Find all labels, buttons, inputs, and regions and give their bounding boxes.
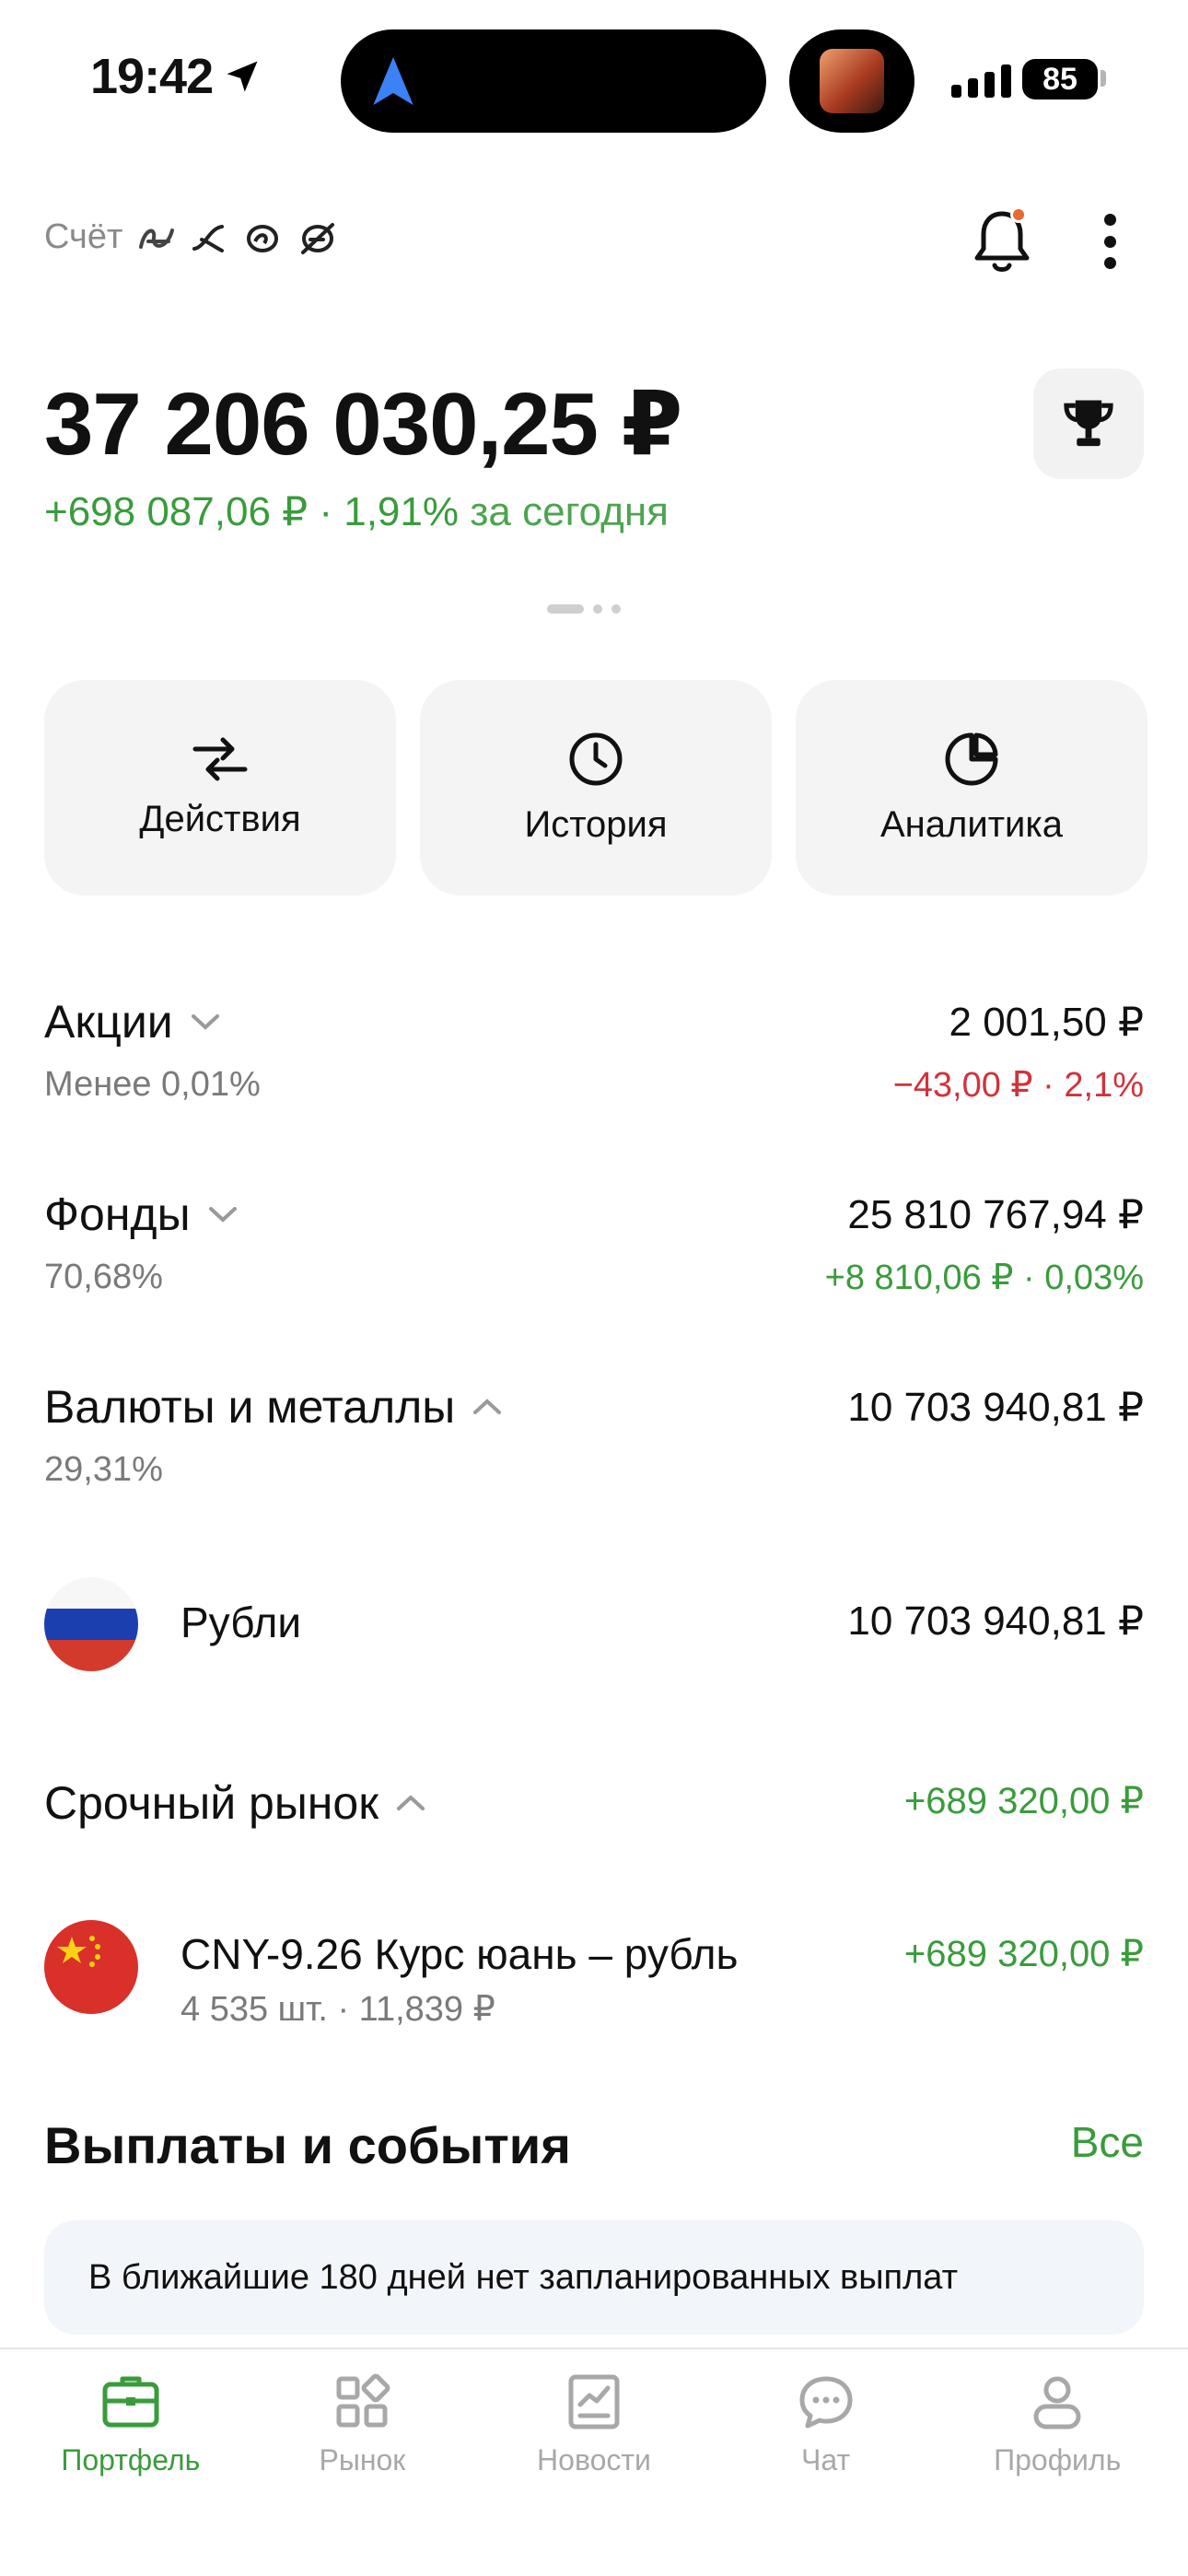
china-flag-icon [44, 1920, 138, 2014]
more-menu-button[interactable] [1096, 214, 1124, 269]
payouts-notice: В ближайшие 180 дней нет запланированных… [44, 2220, 1144, 2335]
tab-chat[interactable]: Чат [716, 2349, 937, 2576]
funds-values: 25 810 767,94 ₽ +8 810,06 ₽ · 0,03% [825, 1191, 1144, 1298]
status-bar: 19:42 85 [0, 0, 1188, 157]
tab-market[interactable]: Рынок [251, 2349, 472, 2576]
cny-name: CNY-9.26 Курс юань – рубль [181, 1930, 739, 1978]
events-all-link[interactable]: Все [1071, 2117, 1144, 2167]
portfolio-balance: 37 206 030,25 ₽ [44, 375, 682, 474]
navigation-arrow-icon [373, 57, 413, 105]
events-title: Выплаты и события [44, 2116, 571, 2174]
tab-label: Профиль [994, 2443, 1122, 2476]
futures-values: +689 320,00 ₽ [904, 1780, 1144, 1822]
tab-label: Портфель [61, 2443, 201, 2476]
tab-label: Новости [537, 2443, 651, 2476]
notifications-button[interactable] [972, 206, 1032, 276]
chat-icon [799, 2376, 853, 2429]
more-dot-icon [1103, 214, 1116, 226]
section-funds[interactable]: Фонды 70,68% 25 810 767,94 ₽ +8 810,06 ₽… [44, 1188, 1144, 1297]
history-label: История [524, 803, 668, 845]
asset-row-rubles[interactable]: Рубли 10 703 940,81 ₽ [44, 1577, 1144, 1673]
account-selector[interactable]: Счёт [44, 217, 340, 257]
futures-value: +689 320,00 ₽ [903, 1781, 1144, 1821]
quick-actions: Действия История Аналитика [44, 680, 1147, 896]
russia-flag-icon [44, 1577, 138, 1671]
transfer-arrows-icon [192, 737, 248, 780]
daily-change-value: +698 087,06 ₽ · 1,91% [44, 489, 459, 534]
cny-sub: 4 535 шт. · 11,839 ₽ [181, 1990, 495, 2029]
rubles-value: 10 703 940,81 ₽ [847, 1598, 1144, 1644]
chevron-up-icon [397, 1795, 425, 1810]
account-name-obfuscated [135, 219, 340, 256]
page-dot-active [547, 604, 584, 614]
person-icon [1033, 2376, 1081, 2430]
analytics-button[interactable]: Аналитика [796, 680, 1147, 896]
pie-chart-icon [945, 732, 998, 785]
more-dot-icon [1103, 257, 1116, 269]
rubles-name: Рубли [181, 1598, 302, 1646]
section-currencies[interactable]: Валюты и металлы 29,31% 10 703 940,81 ₽ [44, 1380, 1144, 1490]
section-futures[interactable]: Срочный рынок +689 320,00 ₽ [44, 1776, 1144, 1830]
account-label: Счёт [44, 217, 123, 256]
location-arrow-icon [227, 61, 258, 92]
now-playing-island[interactable] [789, 29, 914, 133]
tab-profile[interactable]: Профиль [947, 2349, 1168, 2576]
chevron-up-icon [473, 1399, 502, 1414]
funds-title: Фонды [44, 1188, 191, 1240]
briefcase-icon [102, 2376, 159, 2428]
cellular-signal-icon [951, 64, 1011, 98]
more-dot-icon [1103, 235, 1116, 248]
history-button[interactable]: История [420, 680, 772, 896]
battery-level: 85 [1042, 61, 1077, 97]
tab-label: Чат [801, 2443, 851, 2476]
tab-portfolio[interactable]: Портфель [20, 2349, 241, 2576]
tab-label: Рынок [319, 2443, 406, 2476]
actions-label: Действия [139, 798, 301, 839]
battery-icon: 85 [1022, 59, 1098, 100]
stocks-change: −43,00 ₽ · 2,1% [892, 1066, 1144, 1105]
clock-icon [569, 732, 623, 785]
futures-title: Срочный рынок [44, 1777, 379, 1829]
news-chart-icon [568, 2374, 620, 2430]
battery-tip [1101, 70, 1106, 87]
page-dot [611, 604, 621, 614]
status-time-text: 19:42 [90, 49, 214, 104]
currencies-title: Валюты и металлы [44, 1381, 456, 1433]
chevron-down-icon [208, 1207, 237, 1223]
notification-badge [1010, 206, 1027, 223]
grid-icon [336, 2373, 390, 2428]
funds-value: 25 810 767,94 ₽ [847, 1192, 1144, 1237]
stocks-title: Акции [44, 996, 173, 1048]
stocks-value: 2 001,50 ₽ [949, 1000, 1145, 1045]
currencies-share: 29,31% [44, 1450, 163, 1489]
funds-change: +8 810,06 ₽ · 0,03% [824, 1259, 1144, 1297]
payouts-notice-text: В ближайшие 180 дней нет запланированных… [88, 2257, 959, 2297]
daily-change: +698 087,06 ₽ · 1,91% за сегодня [44, 488, 669, 535]
daily-change-period: за сегодня [470, 489, 669, 534]
actions-button[interactable]: Действия [44, 680, 396, 896]
achievements-button[interactable] [1033, 369, 1144, 479]
bottom-tab-bar: Портфель Рынок Новости Чат Профиль [0, 2348, 1188, 2576]
page-dot [593, 604, 602, 614]
page-indicator[interactable] [547, 604, 621, 614]
currencies-value: 10 703 940,81 ₽ [847, 1385, 1144, 1430]
dynamic-island[interactable] [341, 29, 766, 133]
section-stocks[interactable]: Акции Менее 0,01% 2 001,50 ₽ −43,00 ₽ · … [44, 995, 1144, 1105]
chevron-down-icon [191, 1014, 219, 1030]
trophy-icon [1064, 400, 1113, 447]
analytics-label: Аналитика [880, 803, 1063, 845]
currencies-values: 10 703 940,81 ₽ [847, 1384, 1144, 1431]
status-time: 19:42 [90, 48, 262, 105]
cny-value: +689 320,00 ₽ [903, 1934, 1144, 1974]
stocks-values: 2 001,50 ₽ −43,00 ₽ · 2,1% [893, 999, 1144, 1106]
tab-news[interactable]: Новости [483, 2349, 705, 2576]
album-art-icon [820, 49, 884, 113]
asset-row-cny[interactable]: CNY-9.26 Курс юань – рубль 4 535 шт. · 1… [44, 1920, 1144, 2049]
